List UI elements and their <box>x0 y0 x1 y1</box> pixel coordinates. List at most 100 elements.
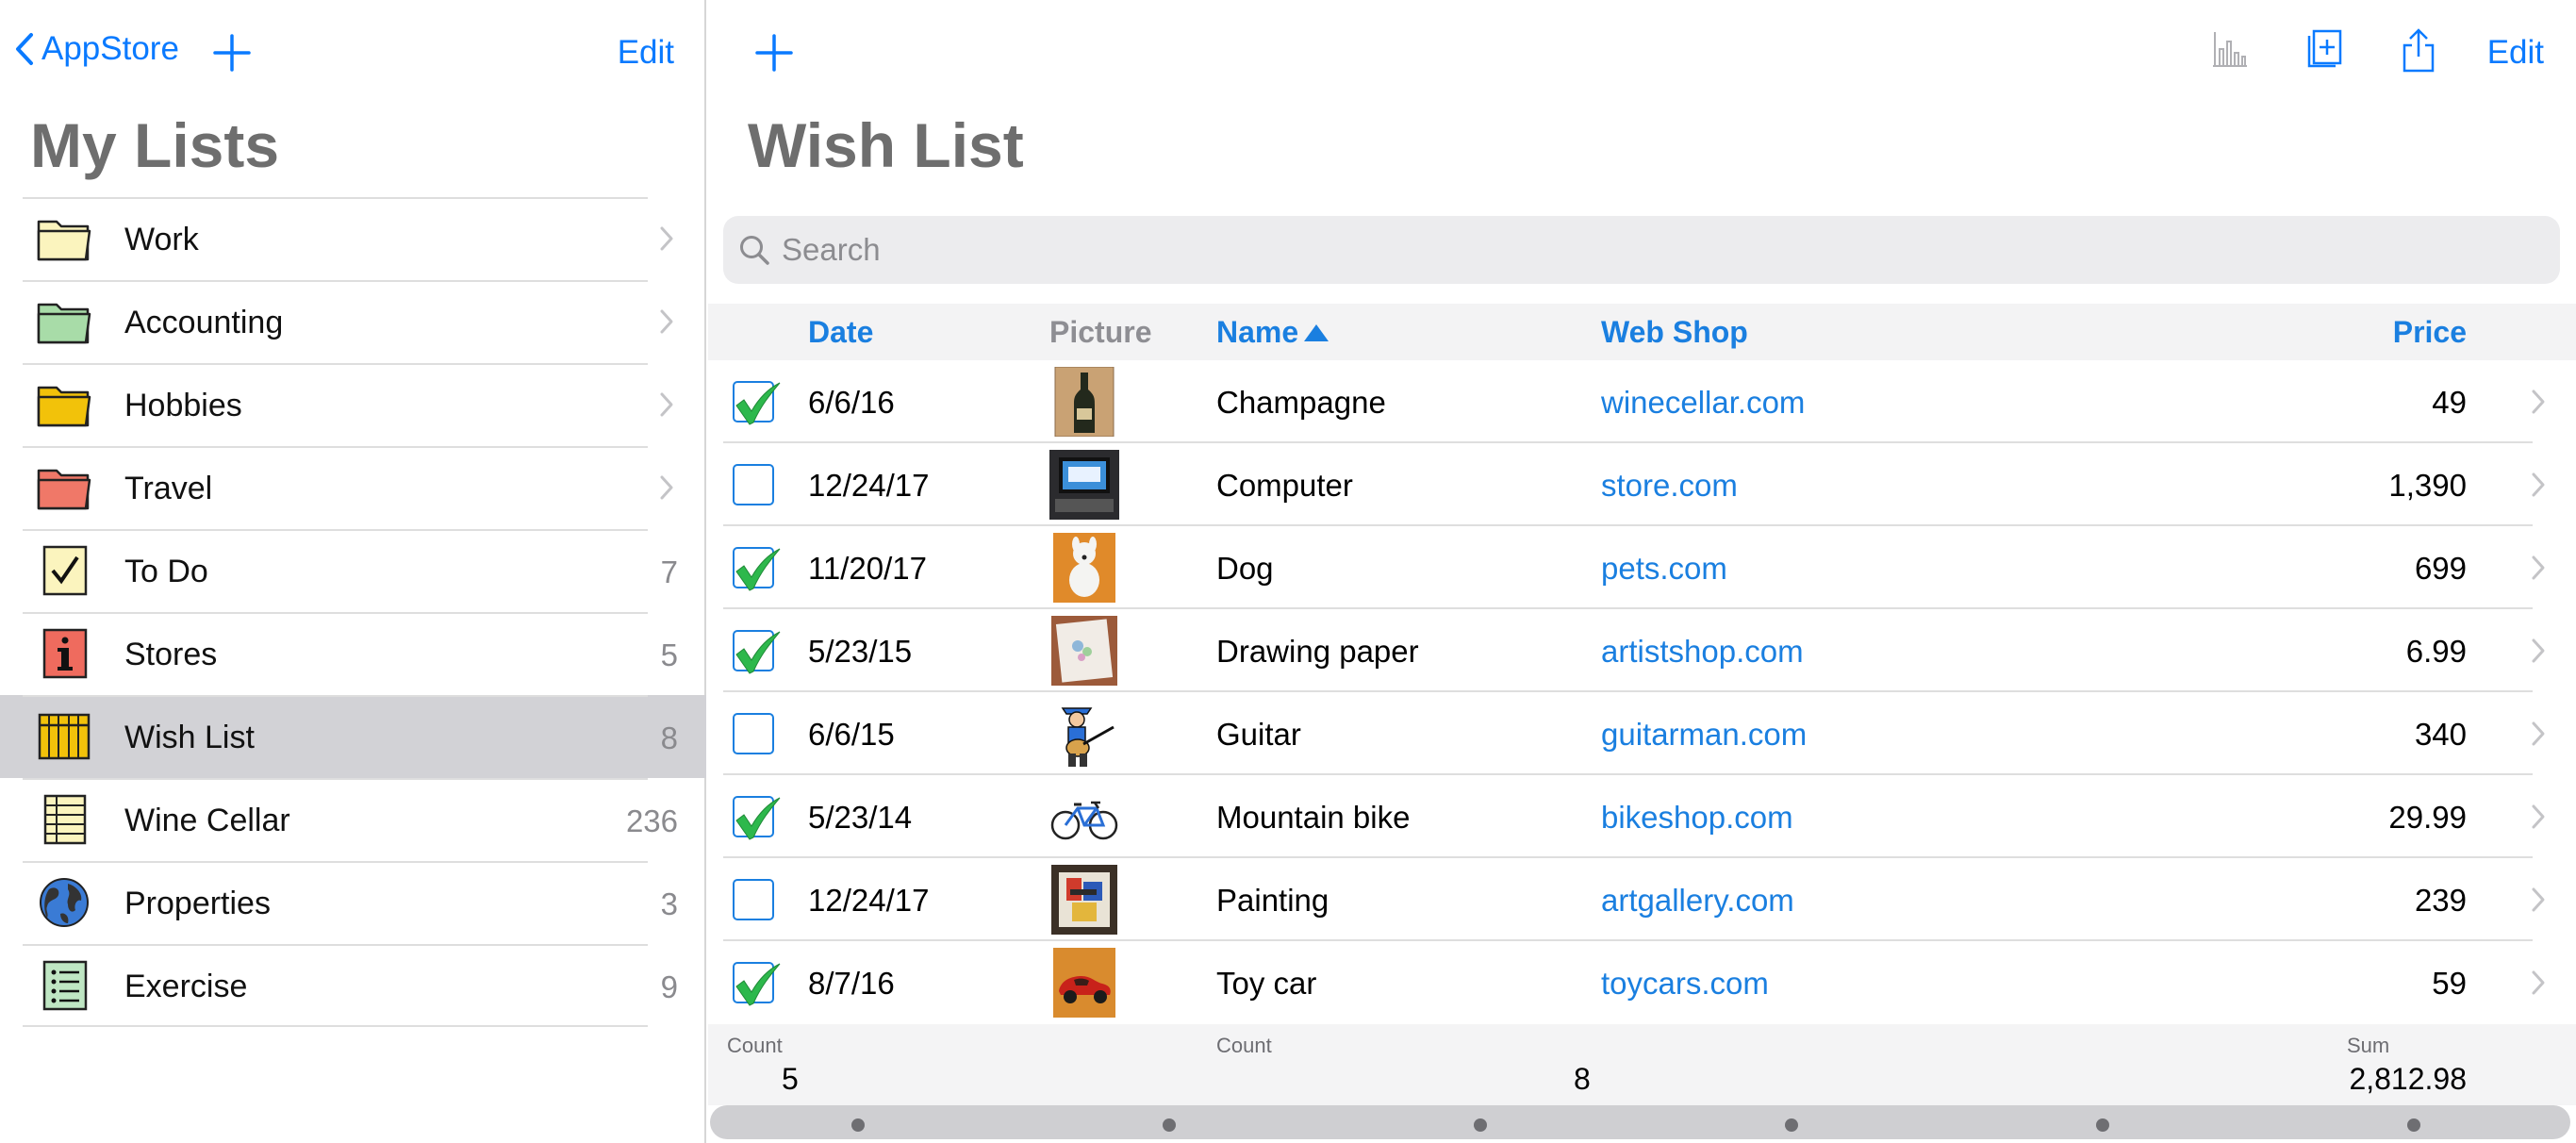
column-header-web-shop[interactable]: Web Shop <box>1601 315 1748 350</box>
cell-price: 6.99 <box>2405 634 2467 669</box>
list-item-accounting[interactable]: Accounting <box>0 280 706 363</box>
cell-price: 239 <box>2414 883 2467 918</box>
chevron-right-icon <box>659 225 674 257</box>
checkbox-checked[interactable] <box>733 962 781 1006</box>
cell-web-shop[interactable]: pets.com <box>1601 551 1727 587</box>
list-item-stores[interactable]: Stores 5 <box>0 612 706 695</box>
chevron-left-icon <box>16 33 33 65</box>
column-header-name[interactable]: Name <box>1216 315 1330 350</box>
cell-web-shop[interactable]: toycars.com <box>1601 966 1769 1002</box>
duplicate-icon <box>2307 29 2342 68</box>
drawing-paper-photo[interactable] <box>1049 616 1119 686</box>
cell-web-shop[interactable]: guitarman.com <box>1601 717 1807 753</box>
list-item-wish-list[interactable]: Wish List 8 <box>0 695 706 778</box>
bicycle-drawing[interactable] <box>1049 782 1119 852</box>
list-item-wine-cellar[interactable]: Wine Cellar 236 <box>0 778 706 861</box>
horizontal-scrollbar[interactable] <box>708 1105 2576 1143</box>
checkbox-note-icon <box>36 544 92 597</box>
my-lists-pane: AppStore Edit My Lists Work Accounting Hob… <box>0 0 706 1143</box>
cell-price: 699 <box>2414 551 2467 586</box>
cell-price: 29.99 <box>2388 800 2467 835</box>
cell-web-shop[interactable]: artistshop.com <box>1601 634 1804 670</box>
cell-date: 11/20/17 <box>808 551 928 586</box>
search-input[interactable] <box>782 232 2479 268</box>
checkbox-checked[interactable] <box>733 796 781 840</box>
add-list-button[interactable] <box>211 32 253 78</box>
cell-web-shop[interactable]: artgallery.com <box>1601 883 1794 919</box>
table-row[interactable]: 11/20/17 Dog pets.com 699 <box>708 526 2576 609</box>
chevron-right-icon <box>2531 969 2546 1001</box>
table-row[interactable]: 12/24/17 Painting artgallery.com 239 <box>708 858 2576 941</box>
search-bar[interactable] <box>723 216 2560 284</box>
table-row[interactable]: 5/23/14 Mountain bike bikeshop.com 29.99 <box>708 775 2576 858</box>
checkbox-checked[interactable] <box>733 547 781 591</box>
table-edit-button[interactable]: Edit <box>2487 34 2544 72</box>
scroll-indicator-dot <box>851 1118 865 1132</box>
summary-name-value: 8 <box>1574 1062 1591 1096</box>
lists-edit-button[interactable]: Edit <box>618 34 674 72</box>
table-row[interactable]: 12/24/17 Computer store.com 1,390 <box>708 443 2576 526</box>
summary-price-label: Sum <box>2347 1034 2390 1057</box>
folder-icon <box>36 461 92 514</box>
list-item-count: 7 <box>660 555 678 589</box>
table-row[interactable]: 6/6/15 Guitar guitarman.com 340 <box>708 692 2576 775</box>
lists-list: Work Accounting Hobbies Travel To Do 7 Stores 5… <box>0 197 706 1027</box>
table-row[interactable]: 8/7/16 Toy car toycars.com 59 <box>708 941 2576 1024</box>
list-item-exercise[interactable]: Exercise 9 <box>0 944 706 1027</box>
chevron-right-icon <box>2531 472 2546 503</box>
checkbox-unchecked[interactable] <box>733 713 774 754</box>
cell-name: Painting <box>1216 883 1329 918</box>
cell-price: 1,390 <box>2388 468 2467 503</box>
champagne-bottle-photo[interactable] <box>1049 366 1119 438</box>
guitarist-cartoon[interactable] <box>1049 699 1119 769</box>
list-item-count: 236 <box>625 803 678 838</box>
back-button[interactable]: AppStore <box>15 30 179 68</box>
cell-date: 6/6/15 <box>808 717 895 752</box>
table-row[interactable]: 5/23/15 Drawing paper artistshop.com 6.99 <box>708 609 2576 692</box>
table-row[interactable]: 6/6/16 Champagne winecellar.com 49 <box>708 360 2576 443</box>
cell-date: 6/6/16 <box>808 385 895 420</box>
info-icon <box>36 627 92 680</box>
list-item-label: To Do <box>124 554 208 589</box>
chevron-right-icon <box>659 474 674 505</box>
share-button[interactable] <box>2398 28 2439 78</box>
folder-icon <box>36 378 92 431</box>
sort-ascending-icon <box>1304 323 1329 341</box>
column-header-date[interactable]: Date <box>808 315 873 350</box>
cell-date: 8/7/16 <box>808 966 895 1001</box>
list-item-to-do[interactable]: To Do 7 <box>0 529 706 612</box>
scrollbar-track[interactable] <box>710 1105 2570 1139</box>
checkbox-checked[interactable] <box>733 630 781 674</box>
checkbox-unchecked[interactable] <box>733 464 774 505</box>
cell-name: Toy car <box>1216 966 1317 1001</box>
checkbox-unchecked[interactable] <box>733 879 774 920</box>
chart-button[interactable] <box>2209 28 2251 75</box>
list-item-label: Stores <box>124 637 218 672</box>
painting-photo[interactable] <box>1049 865 1119 935</box>
share-icon <box>2403 28 2435 73</box>
list-item-hobbies[interactable]: Hobbies <box>0 363 706 446</box>
dog-figurine-photo[interactable] <box>1049 533 1119 603</box>
list-item-travel[interactable]: Travel <box>0 446 706 529</box>
cell-web-shop[interactable]: store.com <box>1601 468 1738 504</box>
table-body: 6/6/16 Champagne winecellar.com 49 12/24/17 C… <box>708 360 2576 1024</box>
add-item-button[interactable] <box>753 32 795 78</box>
summary-price-value: 2,812.98 <box>2349 1062 2467 1096</box>
list-item-properties[interactable]: Properties 3 <box>0 861 706 944</box>
duplicate-button[interactable] <box>2304 28 2345 76</box>
list-item-label: Hobbies <box>124 388 242 423</box>
computer-photo[interactable] <box>1049 450 1119 520</box>
checkbox-checked[interactable] <box>733 381 781 425</box>
list-item-label: Travel <box>124 471 213 506</box>
cell-web-shop[interactable]: bikeshop.com <box>1601 800 1793 836</box>
cell-name: Champagne <box>1216 385 1386 420</box>
chevron-right-icon <box>2531 721 2546 752</box>
plus-icon <box>755 34 793 72</box>
scroll-indicator-dot <box>1785 1118 1798 1132</box>
column-header-picture[interactable]: Picture <box>1049 315 1151 350</box>
red-toy-car-photo[interactable] <box>1049 948 1119 1018</box>
list-item-count: 3 <box>660 886 678 921</box>
column-header-price[interactable]: Price <box>2393 315 2467 350</box>
list-item-work[interactable]: Work <box>0 197 706 280</box>
cell-web-shop[interactable]: winecellar.com <box>1601 385 1805 421</box>
